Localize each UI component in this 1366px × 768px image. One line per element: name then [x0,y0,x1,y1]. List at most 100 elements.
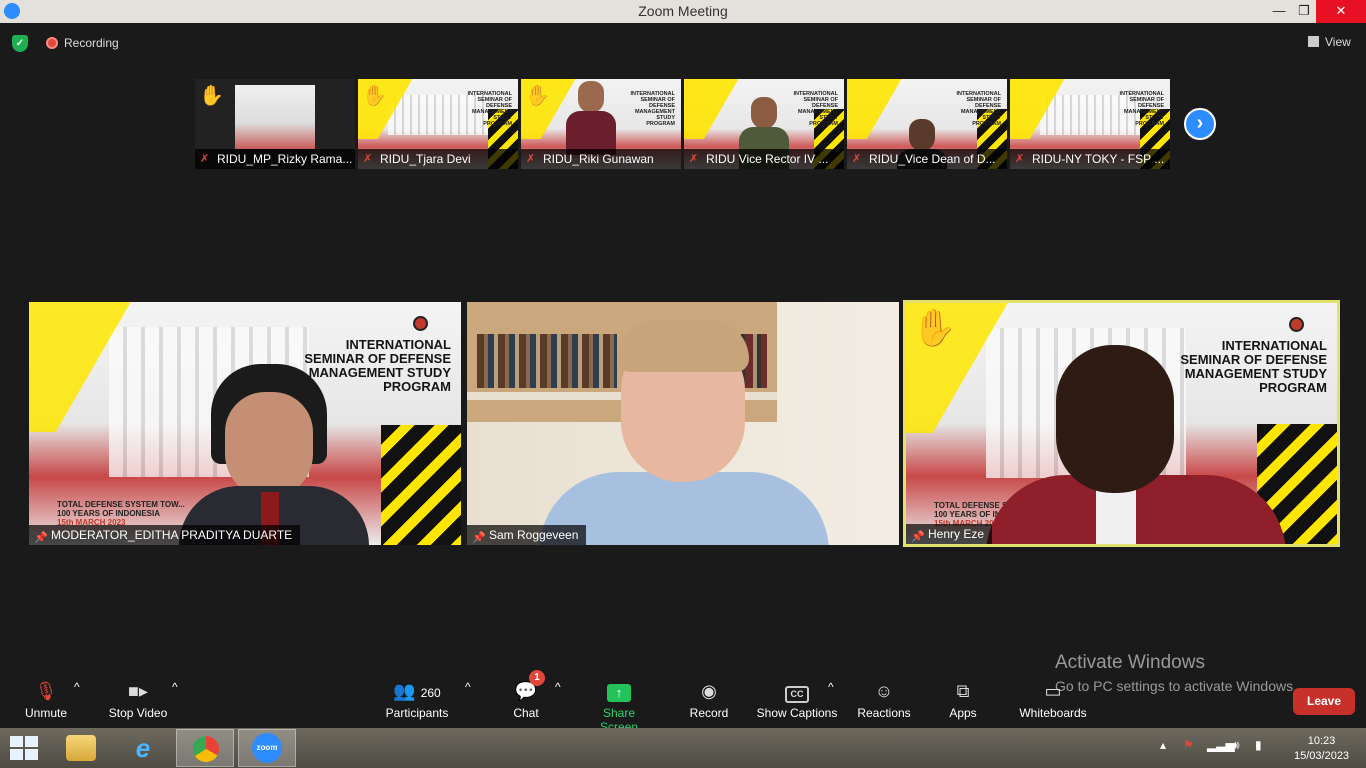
mic-muted-icon: ✗ [363,153,373,165]
chat-options-chevron-icon[interactable]: ^ [555,680,561,694]
participant-name: RIDU-NY TOKY - FSP ... [1032,152,1165,166]
windows-start-icon[interactable] [10,736,40,760]
thumbnail-name-bar: ✗ RIDU-NY TOKY - FSP ... [1010,149,1170,169]
participant-thumbnail[interactable]: INTERNATIONAL SEMINAR OF DEFENSE MANAGEMEN… [847,79,1007,169]
participant-thumbnail[interactable]: INTERNATIONAL SEMINAR OF DEFENSE MANAGEMEN… [358,79,518,169]
zoom-icon: zoom [252,733,282,763]
participant-name: RIDU_MP_Rizky Rama... [217,152,353,166]
thumbnail-name-bar: ✗ RIDU_Tjara Devi [358,149,518,169]
thumbnail-name-bar: ✗ RIDU Vice Rector IV ... [684,149,844,169]
window-title: Zoom Meeting [638,3,728,19]
participants-count: 260 [420,686,441,700]
participant-name: RIDU_Tjara Devi [380,152,471,166]
restore-button[interactable]: ❐ [1289,0,1319,23]
tile-nameplate: 📌 MODERATOR_EDITHA PRADITYA DUARTE [29,525,301,545]
tile-nameplate: 📌 Henry Eze [906,524,993,544]
raised-hand-icon: ✋ [525,85,550,107]
participant-name: Sam Roggeveen [489,528,579,542]
university-logo-icon [413,316,428,331]
flag-notification-icon[interactable]: ⚑ [1183,738,1194,752]
reactions-button[interactable]: ☺ Reactions [856,680,912,720]
closed-captions-icon: CC [785,686,809,703]
participant-thumbnail[interactable]: INTERNATIONAL SEMINAR OF DEFENSE MANAGEMEN… [684,79,844,169]
leave-button[interactable]: Leave [1293,688,1355,715]
participant-thumbnail[interactable]: ✋ ✗ RIDU_MP_Rizky Rama... [195,79,355,169]
whiteboards-button[interactable]: ▭ Whiteboards [1018,680,1088,720]
security-shield-icon[interactable]: ✓ [12,35,28,52]
seminar-logos [409,316,449,332]
thumbnail-name-bar: ✗ RIDU_Riki Gunawan [521,149,681,169]
unmute-button[interactable]: 🎙︎ Unmute [22,680,70,720]
windows-taskbar: e zoom ▴ ⚑ ▂▃▅ 🔊︎ ▮ 10:23 15/03/2023 [0,728,1366,768]
system-clock[interactable]: 10:23 15/03/2023 [1294,734,1349,764]
thumbnail-name-bar: ✗ RIDU_MP_Rizky Rama... [195,149,355,169]
participant-thumbnail[interactable]: INTERNATIONAL SEMINAR OF DEFENSE MANAGEMEN… [521,79,681,169]
mic-muted-icon: ✗ [526,153,536,165]
share-screen-button[interactable]: ↑ Share Screen [584,680,654,734]
chat-unread-badge: 1 [529,670,545,686]
captions-options-chevron-icon[interactable]: ^ [828,680,834,694]
audio-options-chevron-icon[interactable]: ^ [74,680,80,694]
battery-icon[interactable]: ▮ [1255,738,1262,752]
mic-muted-icon: ✗ [689,153,699,165]
close-window-button[interactable]: ✕ [1316,0,1366,23]
video-camera-icon: ■▸ [128,681,148,701]
clock-date: 15/03/2023 [1294,750,1350,762]
meeting-status-row: ✓ Recording View [0,23,1366,63]
participant-name: Henry Eze [928,527,985,541]
video-options-chevron-icon[interactable]: ^ [172,680,178,694]
show-captions-button[interactable]: CC Show Captions [756,680,838,720]
video-tile-active-speaker[interactable]: INTERNATIONAL SEMINAR OF DEFENSE MANAGEMEN… [903,300,1340,547]
microphone-muted-icon: 🎙︎ [34,681,58,701]
network-signal-icon[interactable]: ▂▃▅ [1207,738,1235,752]
record-button[interactable]: ◉ Record [688,680,730,720]
participant-name: RIDU_Riki Gunawan [543,152,654,166]
recording-dot-icon [46,37,58,49]
raised-hand-icon: ✋ [199,85,224,107]
apps-button[interactable]: ⧉ Apps [946,680,980,720]
pin-icon: 📌 [34,532,48,544]
shared-banner-image [235,85,315,149]
grid-icon [1308,36,1319,47]
black-stripe [381,425,461,545]
tile-nameplate: 📌 Sam Roggeveen [467,525,587,545]
chrome-taskbar-item[interactable] [176,729,234,767]
seminar-banner-text: INTERNATIONAL SEMINAR OF DEFENSE MANAGEMEN… [630,91,675,127]
video-tile-speaker[interactable]: 📌 Sam Roggeveen [467,302,899,545]
volume-icon[interactable]: 🔊︎ [1232,738,1240,753]
folder-icon [66,735,96,761]
participant-name: MODERATOR_EDITHA PRADITYA DUARTE [51,528,293,542]
mic-muted-icon: ✗ [852,153,862,165]
share-screen-icon: ↑ [607,684,631,702]
seminar-banner-text: INTERNATIONAL SEMINAR OF DEFENSE MANAGEMEN… [1180,338,1327,395]
mic-muted-icon: ✗ [200,153,210,165]
seminar-logos [1285,317,1325,333]
clock-time: 10:23 [1307,735,1336,747]
seminar-banner-text: INTERNATIONAL SEMINAR OF DEFENSE MANAGEMEN… [1119,91,1164,127]
raised-hand-icon: ✋ [912,307,957,348]
seminar-banner-text: INTERNATIONAL SEMINAR OF DEFENSE MANAGEMEN… [956,91,1001,127]
participant-video [566,81,616,155]
stop-video-button[interactable]: ■▸ Stop Video [106,680,170,720]
participant-thumbnail[interactable]: INTERNATIONAL SEMINAR OF DEFENSE MANAGEMEN… [1010,79,1170,169]
mic-muted-icon: ✗ [1015,153,1025,165]
next-page-arrow-icon[interactable]: › [1184,108,1216,140]
pin-icon: 📌 [472,532,486,544]
participant-name: RIDU Vice Rector IV ... [706,152,829,166]
show-hidden-icons-icon[interactable]: ▴ [1160,738,1166,752]
apps-icon: ⧉ [956,681,970,701]
participants-button[interactable]: 👥 260 Participants [384,680,450,720]
seminar-banner-text: INTERNATIONAL SEMINAR OF DEFENSE MANAGEMEN… [467,91,512,127]
record-icon: ◉ [701,681,717,701]
video-tile-moderator[interactable]: INTERNATIONAL SEMINAR OF DEFENSE MANAGEMEN… [29,302,461,545]
participants-options-chevron-icon[interactable]: ^ [465,680,471,694]
chat-button[interactable]: 💬 Chat [510,680,542,720]
participants-icon: 👥 260 [393,681,441,701]
file-explorer-taskbar-item[interactable] [52,729,110,767]
chrome-icon [193,736,219,762]
zoom-taskbar-item[interactable]: zoom [238,729,296,767]
recording-label[interactable]: Recording [64,36,119,50]
internet-explorer-taskbar-item[interactable]: e [114,729,172,767]
view-button[interactable]: View [1308,35,1351,49]
view-label: View [1325,35,1351,49]
